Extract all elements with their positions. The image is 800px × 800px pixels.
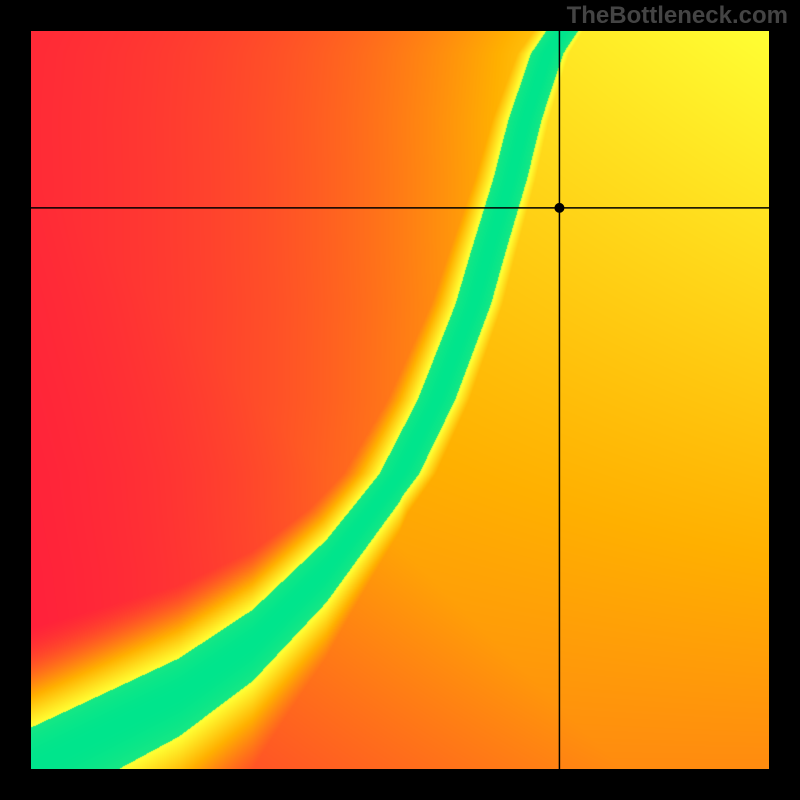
chart-frame: TheBottleneck.com bbox=[0, 0, 800, 800]
watermark-text: TheBottleneck.com bbox=[567, 2, 788, 30]
heatmap-canvas bbox=[31, 31, 769, 769]
heatmap-area bbox=[31, 31, 769, 769]
